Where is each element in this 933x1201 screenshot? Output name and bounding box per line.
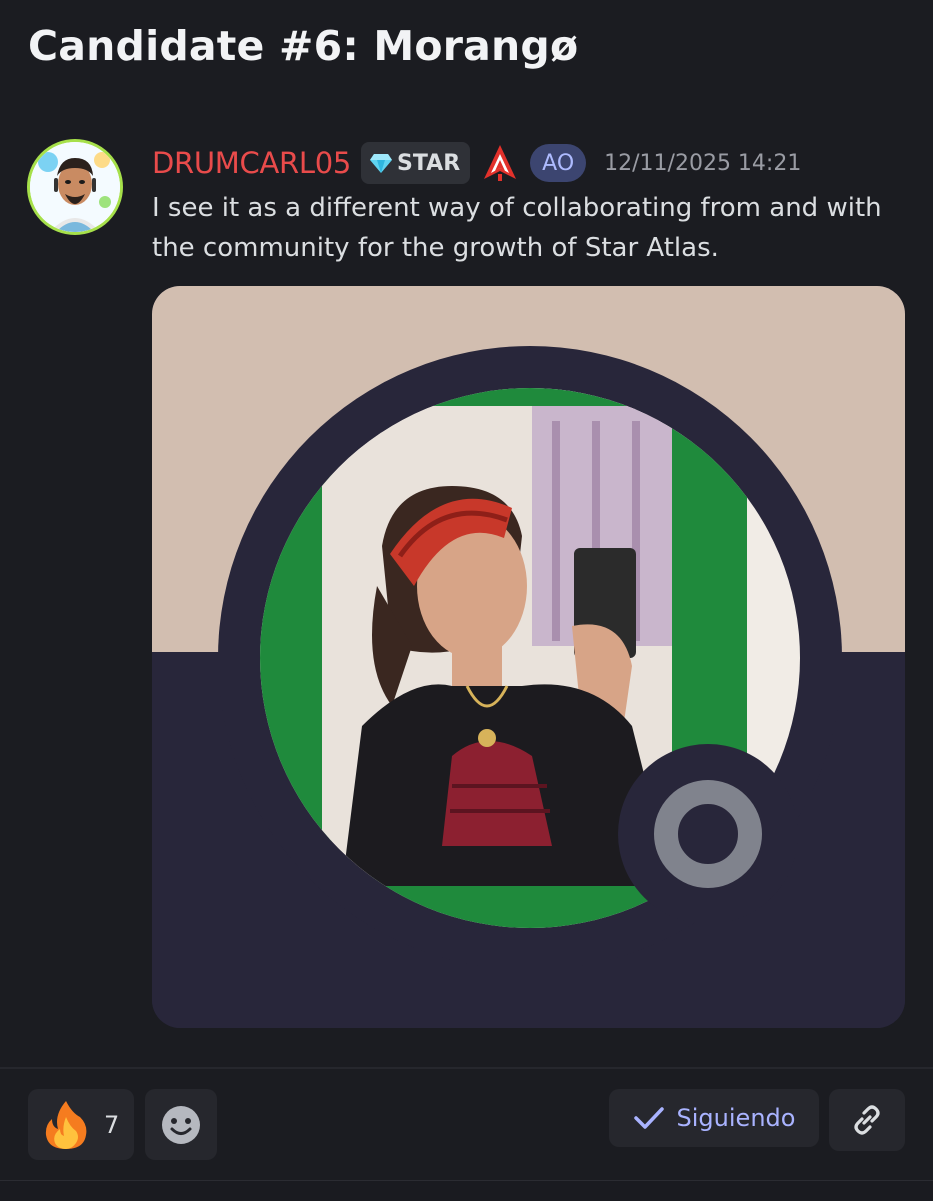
smiley-icon	[162, 1105, 200, 1144]
avatar-image	[30, 142, 120, 232]
profile-card-image	[152, 286, 905, 1028]
guild-tag-label: STAR	[397, 150, 461, 176]
role-badge[interactable]: AO	[530, 144, 587, 182]
message-header: DRUMCARL05 STAR AO 12/11/2025 14:21	[152, 140, 801, 186]
diamond-icon	[370, 154, 393, 173]
follow-label: Siguiendo	[676, 1104, 796, 1132]
fire-reaction-button[interactable]: 7	[28, 1089, 134, 1160]
image-attachment[interactable]	[152, 286, 905, 1028]
copy-link-button[interactable]	[829, 1089, 905, 1151]
role-icon[interactable]	[482, 144, 518, 182]
check-icon	[633, 1107, 664, 1129]
link-icon	[854, 1105, 880, 1135]
thread-title: Candidate #6: Morangø	[28, 22, 579, 70]
avatar[interactable]	[27, 139, 123, 235]
star-atlas-logo-icon	[484, 145, 517, 181]
bottom-bar	[0, 1180, 933, 1201]
follow-button[interactable]: Siguiendo	[609, 1089, 819, 1147]
fire-icon	[45, 1100, 87, 1149]
message-text: I see it as a different way of collabora…	[152, 193, 882, 263]
add-reaction-button[interactable]	[145, 1089, 217, 1160]
divider	[0, 1067, 933, 1069]
reaction-count: 7	[104, 1110, 120, 1139]
guild-tag[interactable]: STAR	[361, 142, 471, 184]
username[interactable]: DRUMCARL05	[152, 146, 351, 180]
timestamp: 12/11/2025 14:21	[604, 150, 802, 176]
